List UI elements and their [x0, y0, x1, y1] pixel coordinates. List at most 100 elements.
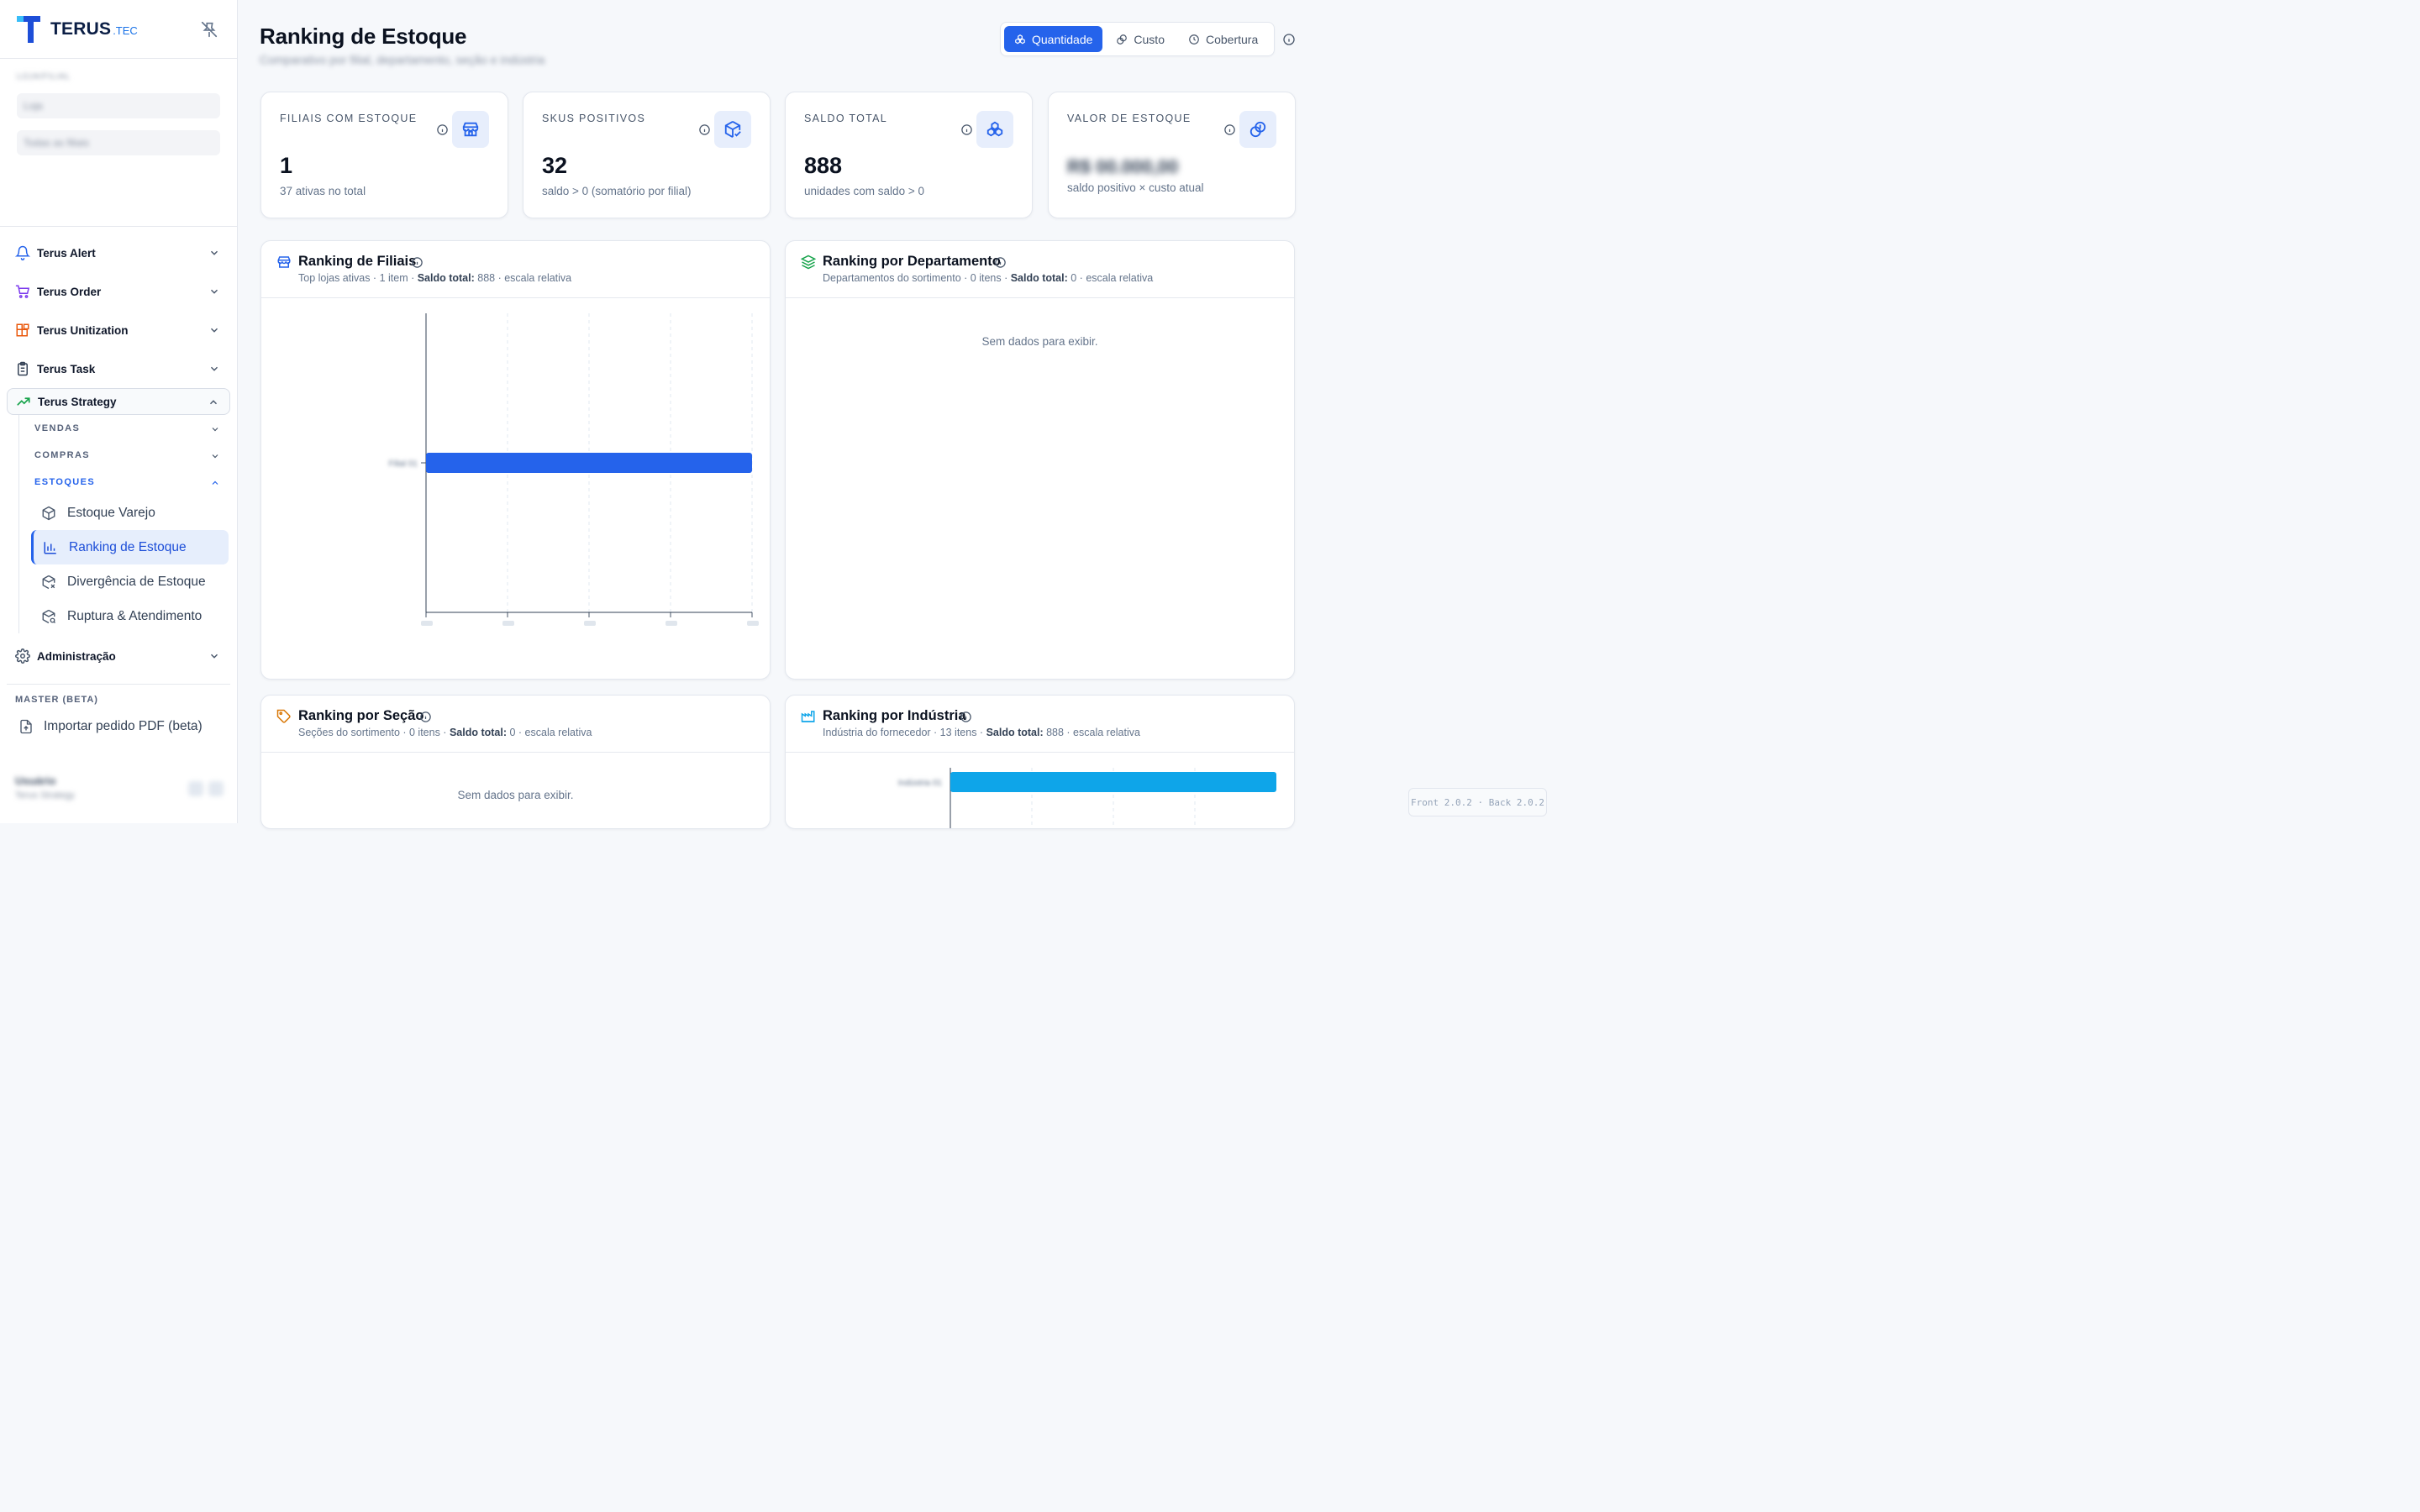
filiais-bar-chart: Filial 01	[389, 313, 759, 626]
brand-suffix: .TEC	[113, 24, 138, 37]
kpi-note: saldo positivo × custo atual	[1067, 181, 1204, 194]
info-icon[interactable]	[411, 256, 424, 269]
chevron-down-icon	[212, 454, 218, 459]
coins-icon	[1249, 121, 1266, 138]
blocks-icon	[16, 323, 29, 337]
panel-subtitle: Top lojas ativas · 1 item · Saldo total:…	[298, 272, 571, 284]
kpi-label: SALDO TOTAL	[804, 113, 888, 124]
x-tick-label	[502, 621, 514, 626]
y-tick-label: Indústria 01	[898, 779, 943, 788]
kpi-card-saldo: SALDO TOTAL 888 unidades com saldo > 0	[785, 92, 1033, 218]
sidebar-item-divergencia-de-estoque[interactable]: Divergência de Estoque	[19, 564, 229, 599]
panel-subtitle: Seções do sortimento · 0 itens · Saldo t…	[298, 727, 592, 738]
submenu-label: COMPRAS	[34, 450, 91, 460]
sidebar-item-label: Terus Task	[37, 362, 96, 375]
sidebar-item-terus-strategy[interactable]: Terus Strategy	[7, 388, 230, 415]
kpi-icon-box	[452, 111, 489, 148]
sidebar-item-import-pdf[interactable]: Importar pedido PDF (beta)	[0, 710, 237, 743]
submenu-label: VENDAS	[34, 423, 81, 433]
subtitle-text: Indústria do fornecedor · 13 itens ·	[823, 727, 986, 738]
logout-icon[interactable]	[208, 781, 224, 796]
sidebar-item-estoque-varejo[interactable]: Estoque Varejo	[19, 496, 229, 530]
panel-subtitle: Departamentos do sortimento · 0 itens · …	[823, 272, 1153, 284]
panel-ranking-filiais: Ranking de Filiais Top lojas ativas · 1 …	[260, 240, 771, 680]
store-select[interactable]: Loja	[17, 93, 220, 118]
chevron-down-icon	[211, 328, 218, 333]
sidebar-item-ranking-de-estoque[interactable]: Ranking de Estoque	[31, 530, 229, 564]
package-x-icon	[42, 575, 55, 589]
sidebar-item-terus-task[interactable]: Terus Task	[0, 349, 237, 388]
file-upload-icon	[20, 719, 32, 734]
kpi-value: 888	[804, 153, 843, 178]
tab-custo[interactable]: Custo	[1106, 26, 1175, 52]
subtitle-text: Departamentos do sortimento · 0 itens ·	[823, 272, 1011, 284]
x-tick-label	[584, 621, 596, 626]
kpi-card-skus: SKUS POSITIVOS 32 saldo > 0 (somatório p…	[523, 92, 771, 218]
sidebar-item-administracao[interactable]: Administração	[0, 637, 237, 675]
sidebar-item-ruptura-atendimento[interactable]: Ruptura & Atendimento	[19, 599, 229, 633]
brand-name: TERUS	[50, 18, 112, 39]
user-profile[interactable]: Usuário Terus Strategy	[15, 774, 225, 806]
submenu-vendas[interactable]: VENDAS	[19, 415, 237, 442]
tab-quantidade[interactable]: Quantidade	[1004, 26, 1103, 52]
sidebar-item-terus-alert[interactable]: Terus Alert	[0, 234, 237, 272]
chevron-up-icon	[210, 400, 217, 405]
page-title: Ranking de Estoque	[260, 24, 467, 49]
submenu-label: ESTOQUES	[34, 477, 96, 487]
submenu-compras[interactable]: COMPRAS	[19, 442, 237, 469]
sidebar-item-terus-unitization[interactable]: Terus Unitization	[0, 311, 237, 349]
sidebar-item-label: Terus Order	[37, 285, 102, 298]
kpi-note: 37 ativas no total	[280, 185, 366, 197]
subtitle-bold: Saldo total:	[449, 727, 508, 738]
info-icon[interactable]	[994, 256, 1007, 269]
branch-select[interactable]: Todas as filiais	[17, 130, 220, 155]
bar-chart-icon	[44, 541, 56, 554]
store-icon	[277, 256, 291, 268]
info-icon[interactable]	[419, 711, 432, 723]
subtitle-bold: Saldo total:	[986, 727, 1044, 738]
chevron-down-icon	[211, 250, 218, 255]
factory-icon	[801, 711, 815, 722]
subtitle-text: 888 · escala relativa	[1043, 727, 1140, 738]
x-tick-label	[421, 621, 433, 626]
chevron-down-icon	[211, 289, 218, 294]
sidebar-item-terus-order[interactable]: Terus Order	[0, 272, 237, 311]
info-icon[interactable]	[960, 711, 972, 723]
theme-toggle-icon[interactable]	[188, 781, 203, 796]
chevron-down-icon	[211, 654, 218, 659]
package-check-icon	[724, 121, 741, 138]
strategy-submenu: VENDAS COMPRAS ESTOQUES Estoque Varejo R…	[18, 415, 237, 633]
subtitle-text: Top lojas ativas · 1 item ·	[298, 272, 418, 284]
subtitle-bold: Saldo total:	[417, 272, 475, 284]
unpin-icon[interactable]	[200, 20, 218, 39]
info-icon[interactable]	[1282, 33, 1296, 46]
store-select-value: Loja	[24, 100, 43, 112]
kpi-note: saldo > 0 (somatório por filial)	[542, 185, 692, 197]
kpi-label: VALOR DE ESTOQUE	[1067, 113, 1192, 124]
sidebar-item-label: Terus Unitization	[37, 323, 129, 337]
info-icon[interactable]	[1223, 123, 1236, 136]
subtitle-text: Seções do sortimento · 0 itens ·	[298, 727, 450, 738]
sidebar: TERUS .TEC LOJA/FILIAL Loja Todas as fil…	[0, 0, 238, 823]
kpi-label: FILIAIS COM ESTOQUE	[280, 113, 418, 124]
panel-title: Ranking de Filiais	[298, 254, 417, 269]
sidebar-nav: Terus Alert Terus Order Terus Unitizatio…	[0, 227, 237, 675]
chevron-up-icon	[212, 480, 218, 485]
x-tick-label	[747, 621, 759, 626]
submenu-estoques[interactable]: ESTOQUES	[19, 469, 237, 496]
kpi-note: unidades com saldo > 0	[804, 185, 924, 197]
kpi-value: 32	[542, 153, 568, 178]
kpi-value: 1	[280, 153, 293, 178]
panel-title: Ranking por Seção	[298, 708, 424, 723]
kpi-card-filiais: FILIAIS COM ESTOQUE 1 37 ativas no total	[260, 92, 508, 218]
sidebar-item-label: Divergência de Estoque	[67, 574, 206, 589]
sidebar-item-label: Estoque Varejo	[67, 505, 155, 520]
main-content: Ranking de Estoque Comparativo por filia…	[238, 0, 1547, 829]
terus-logo-icon	[17, 15, 40, 43]
bell-icon	[15, 245, 30, 260]
sidebar-item-label: Ranking de Estoque	[69, 539, 187, 554]
info-icon[interactable]	[436, 123, 449, 136]
tab-cobertura[interactable]: Cobertura	[1178, 26, 1268, 52]
info-icon[interactable]	[960, 123, 973, 136]
info-icon[interactable]	[698, 123, 711, 136]
